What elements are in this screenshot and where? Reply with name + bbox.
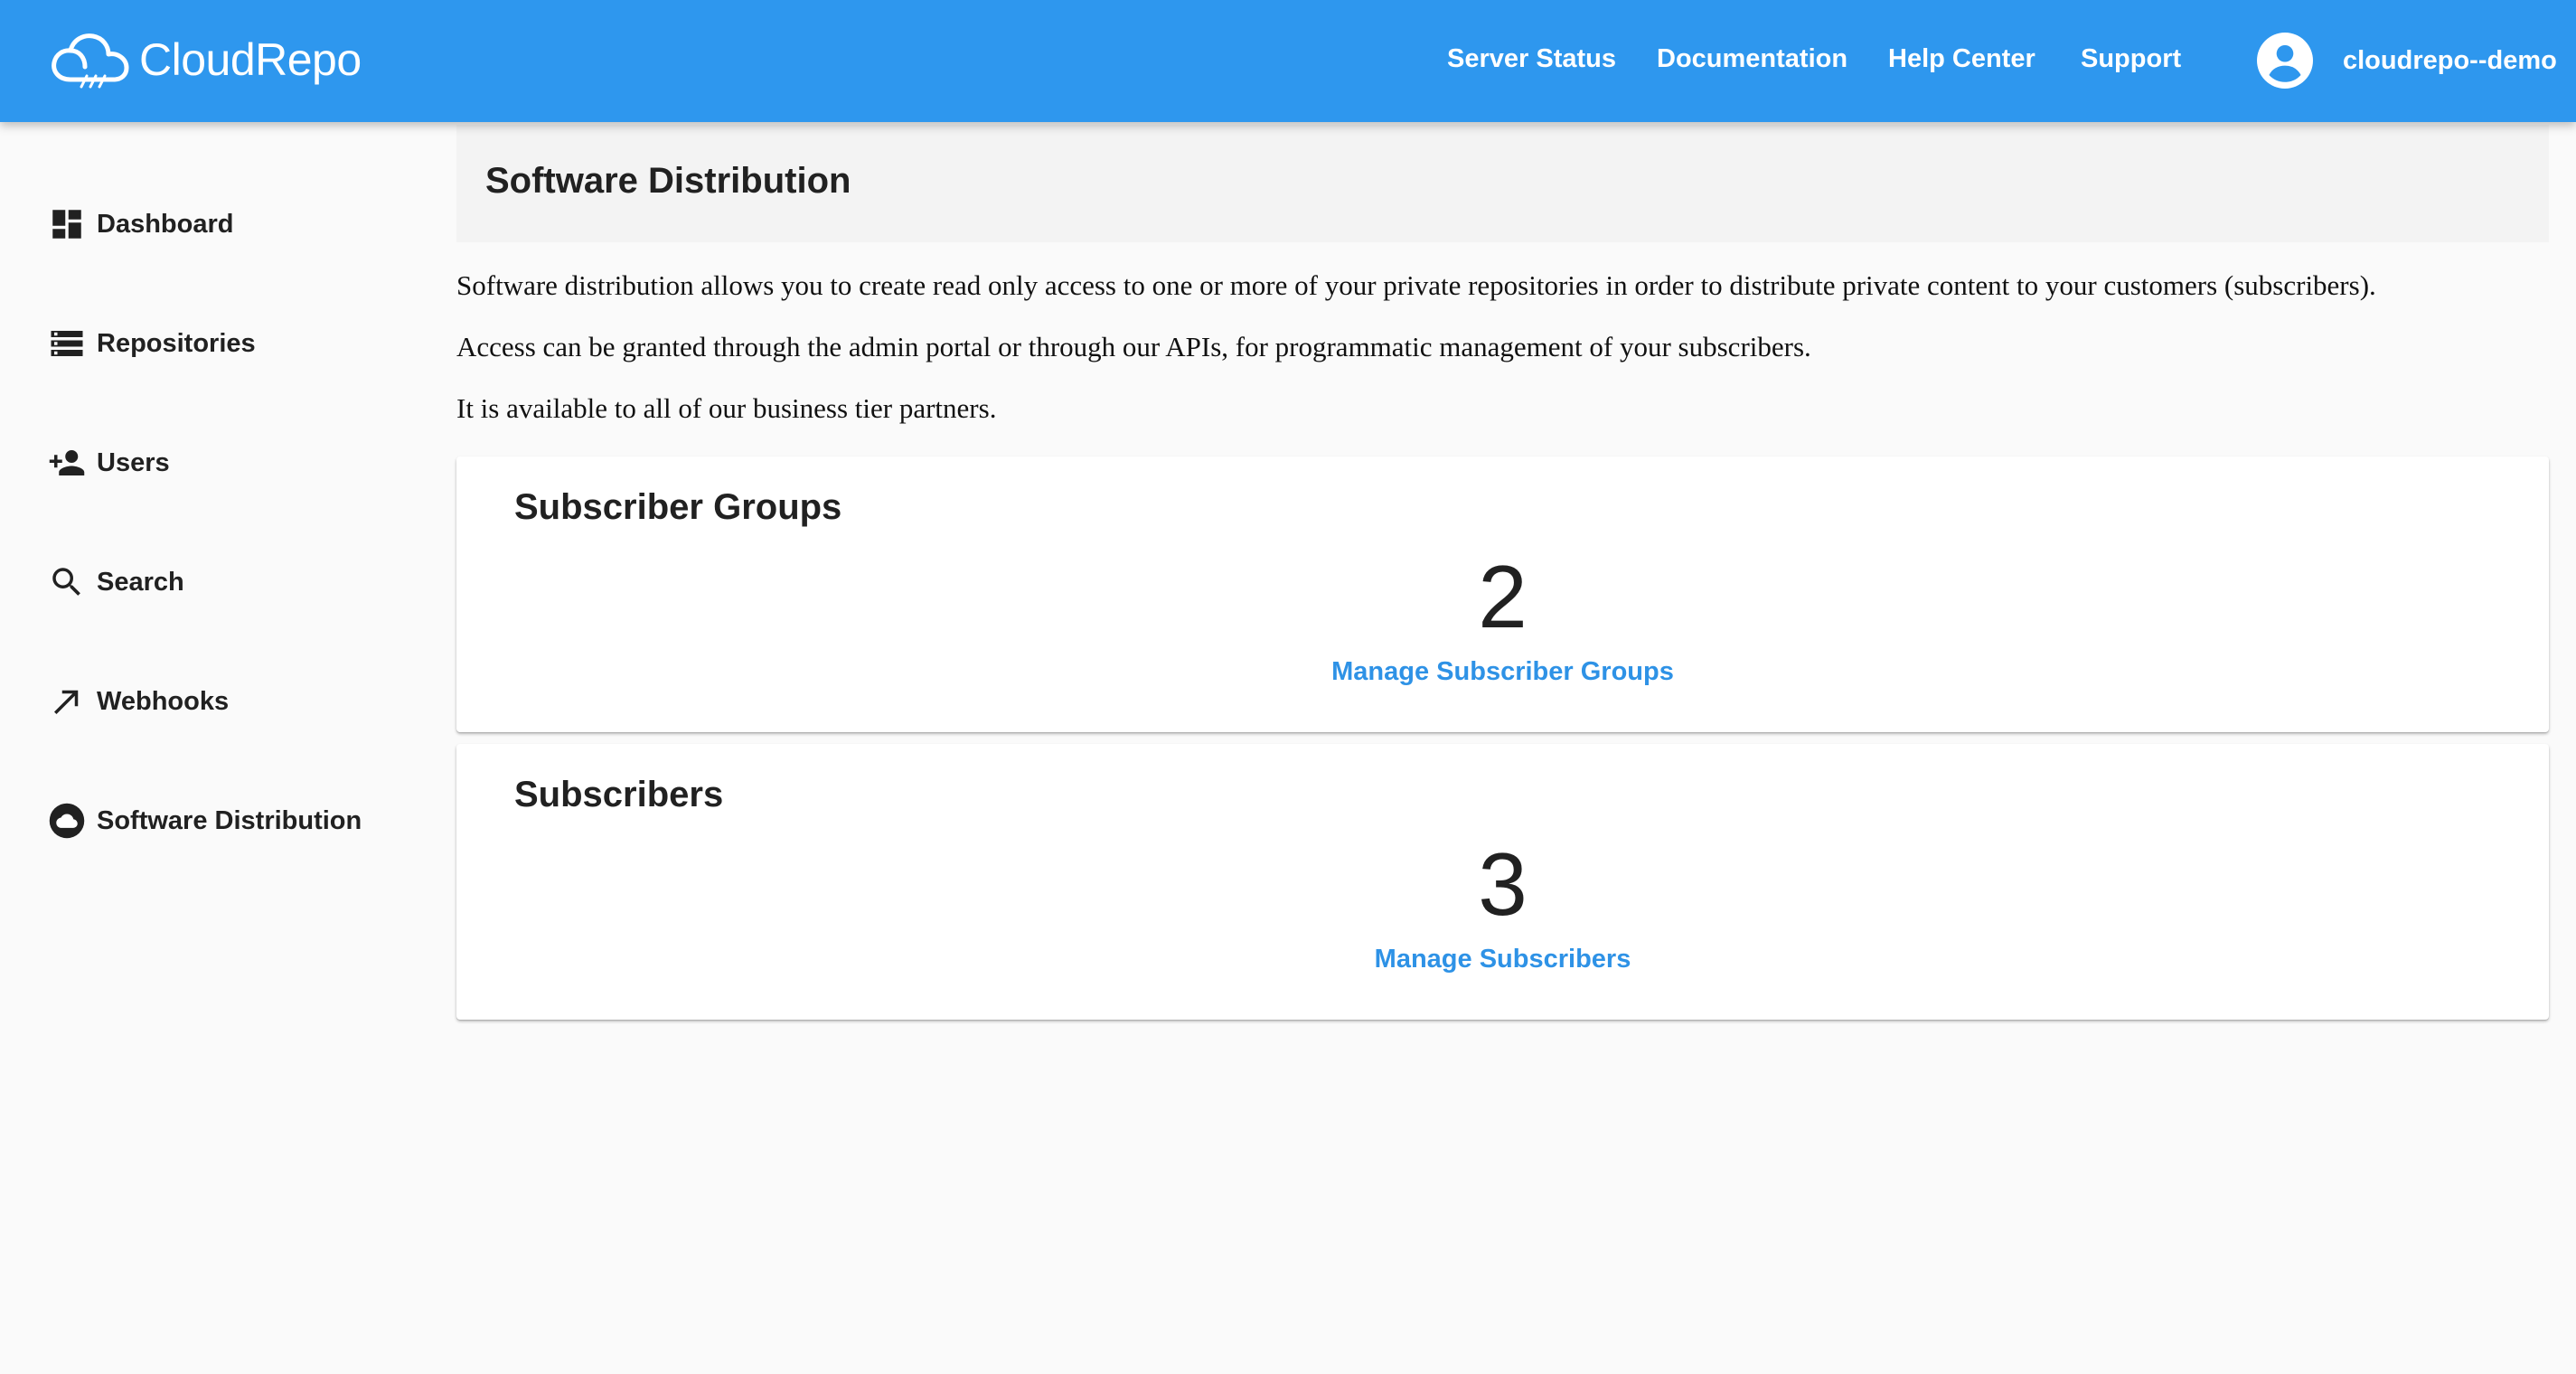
account-circle-icon bbox=[2257, 33, 2313, 89]
nav-support[interactable]: Support bbox=[2081, 44, 2181, 74]
cloud-logo-icon bbox=[52, 33, 129, 89]
nav-server-status[interactable]: Server Status bbox=[1447, 44, 1616, 74]
sidebar-item-label: Webhooks bbox=[97, 686, 230, 716]
sidebar-item-label: Repositories bbox=[97, 328, 256, 358]
sidebar-item-repositories[interactable]: Repositories bbox=[47, 321, 256, 366]
sidebar-item-label: Search bbox=[97, 567, 184, 597]
sidebar-item-label: Dashboard bbox=[97, 209, 234, 239]
subscriber-groups-count: 2 bbox=[1478, 547, 1528, 646]
sidebar-item-users[interactable]: Users bbox=[47, 440, 170, 485]
intro-paragraph: Access can be granted through the admin … bbox=[456, 331, 1811, 362]
sidebar-item-label: Users bbox=[97, 447, 170, 477]
card-title: Subscribers bbox=[514, 775, 724, 814]
arrow-up-right-icon bbox=[47, 682, 87, 721]
nav-documentation[interactable]: Documentation bbox=[1657, 44, 1847, 74]
cloud-icon bbox=[47, 801, 87, 841]
sidebar-item-webhooks[interactable]: Webhooks bbox=[47, 679, 229, 724]
subscribers-count: 3 bbox=[1478, 834, 1528, 934]
intro-paragraph: It is available to all of our business t… bbox=[456, 392, 997, 424]
page-header: Software Distribution bbox=[456, 125, 2549, 242]
card-title: Subscriber Groups bbox=[514, 487, 842, 527]
person-add-icon bbox=[47, 443, 87, 483]
manage-subscriber-groups-link[interactable]: Manage Subscriber Groups bbox=[456, 657, 2549, 687]
storage-icon bbox=[47, 324, 87, 363]
username: cloudrepo--demo bbox=[2343, 45, 2557, 75]
intro-paragraph: Software distribution allows you to crea… bbox=[456, 269, 2376, 301]
sidebar-item-dashboard[interactable]: Dashboard bbox=[47, 202, 233, 247]
sidebar-item-search[interactable]: Search bbox=[47, 560, 184, 605]
sidebar-item-software-distribution[interactable]: Software Distribution bbox=[47, 798, 362, 843]
manage-subscribers-link[interactable]: Manage Subscribers bbox=[456, 945, 2549, 974]
search-icon bbox=[47, 562, 87, 602]
brand-name: CloudRepo bbox=[139, 34, 362, 85]
sidebar-item-label: Software Distribution bbox=[97, 805, 362, 835]
page-title: Software Distribution bbox=[485, 161, 851, 201]
subscriber-groups-card: Subscriber Groups 2 Manage Subscriber Gr… bbox=[456, 456, 2549, 732]
app-bar: CloudRepo Server Status Documentation He… bbox=[0, 0, 2576, 122]
subscribers-card: Subscribers 3 Manage Subscribers bbox=[456, 744, 2549, 1020]
cloudrepo-logo[interactable]: CloudRepo bbox=[49, 31, 362, 89]
dashboard-icon bbox=[47, 204, 87, 244]
nav-help-center[interactable]: Help Center bbox=[1888, 44, 2035, 74]
user-menu[interactable]: cloudrepo--demo bbox=[2257, 33, 2557, 89]
